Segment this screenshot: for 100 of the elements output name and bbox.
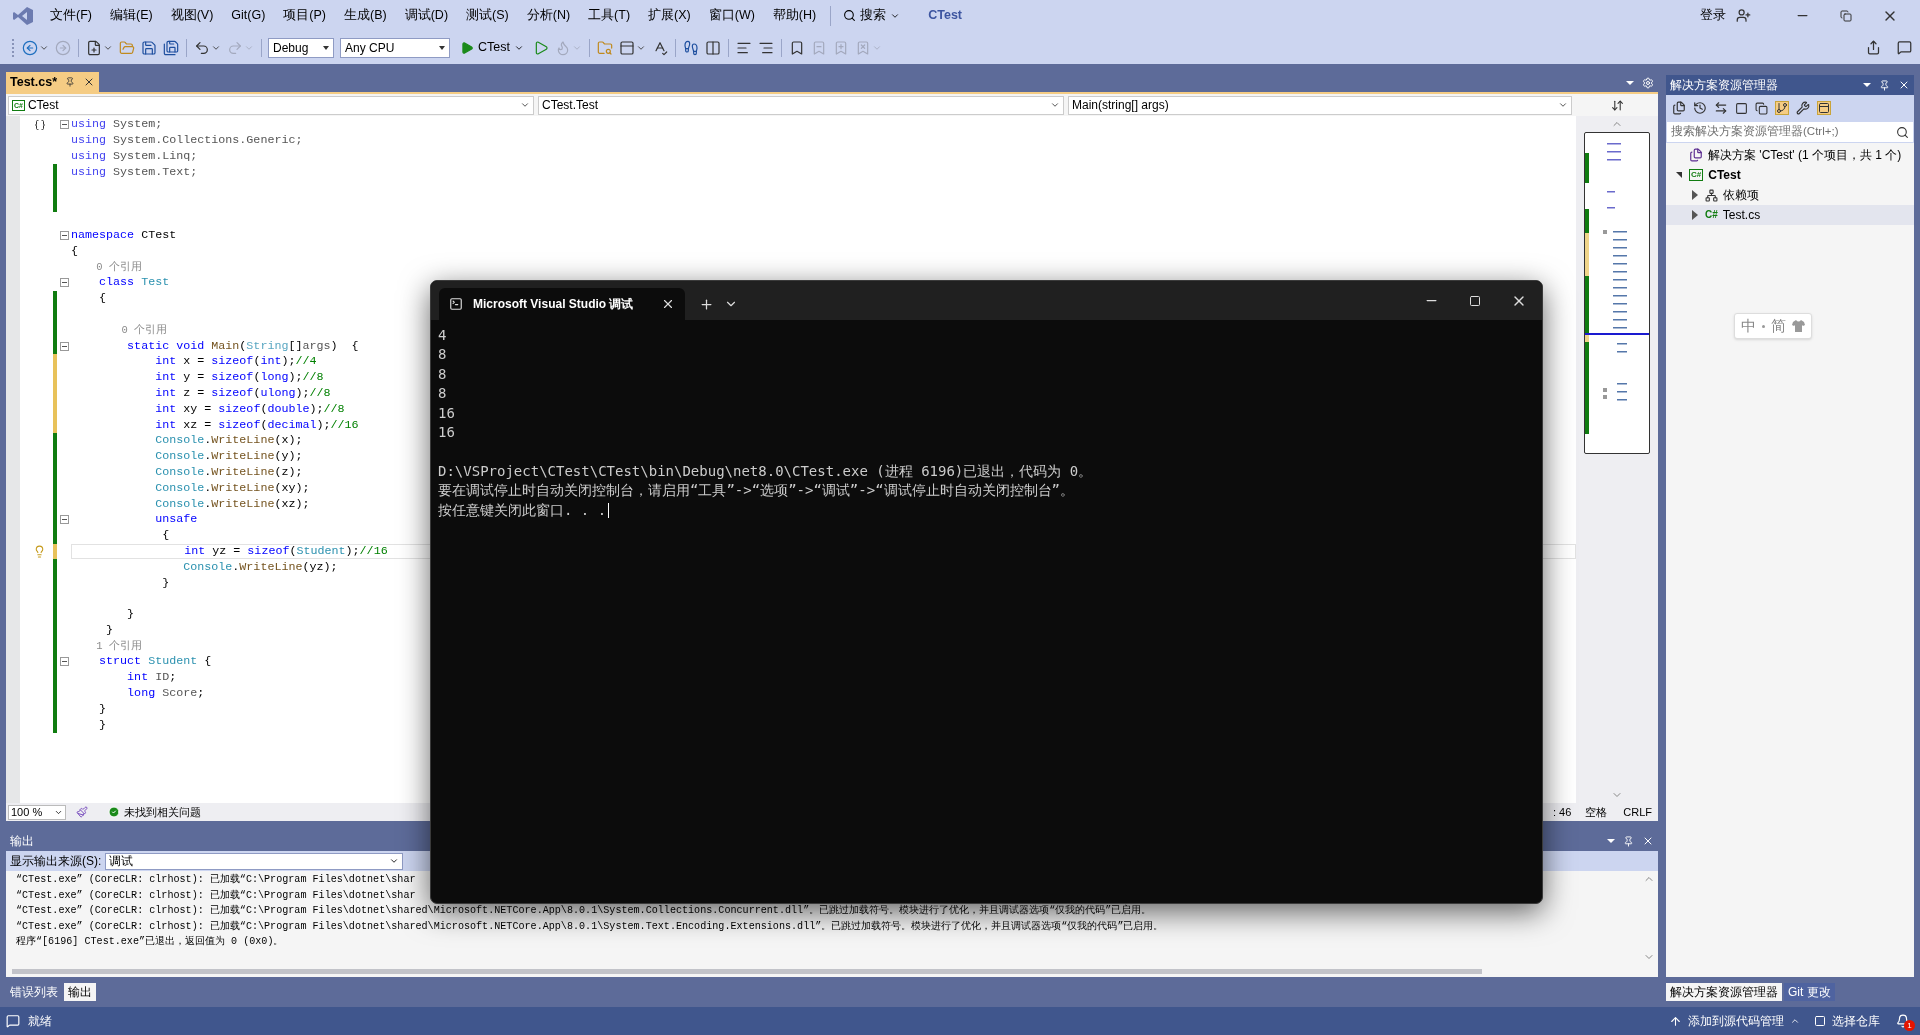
reference-count[interactable]: 0 个引用 — [71, 323, 167, 338]
history-icon[interactable] — [1693, 101, 1707, 115]
dependencies-icon — [1705, 188, 1718, 202]
share-icon[interactable] — [1866, 40, 1881, 55]
code-line: Console.WriteLine(y); — [154, 449, 303, 465]
shirt-icon — [1792, 320, 1805, 332]
dropdown-arrow-icon[interactable] — [1626, 81, 1634, 85]
search-menu[interactable]: 搜索 — [837, 6, 907, 25]
menu-item[interactable]: 编辑(E) — [101, 6, 161, 25]
pin-icon[interactable] — [1879, 79, 1890, 91]
start-button[interactable]: CTest — [454, 38, 530, 57]
pin-icon[interactable] — [1623, 835, 1634, 847]
collapse-toggle[interactable] — [59, 657, 69, 667]
terminal-line: 按任意键关闭此窗口. . . — [438, 500, 1535, 521]
menu-item[interactable]: 文件(F) — [42, 6, 100, 25]
undo-icon[interactable] — [194, 39, 210, 56]
notification-icon[interactable] — [6, 1014, 20, 1028]
window-layout-icon[interactable] — [618, 39, 635, 56]
up-arrow-icon — [1669, 1014, 1682, 1028]
tree-item[interactable]: C# CTest — [1666, 165, 1914, 185]
source-control-button[interactable]: 添加到源代码管理 — [1669, 1012, 1800, 1030]
step-icon[interactable] — [682, 39, 699, 56]
search-field[interactable]: 搜索解决方案资源管理器(Ctrl+;) — [1666, 121, 1914, 143]
output-line: “CTest.exe” (CoreCLR: clrhost): 已加载“C:\Program Files\dotnet\shar — [16, 888, 417, 903]
app-logo[interactable] — [12, 5, 34, 26]
editor-tab[interactable]: Test.cs* — [6, 72, 99, 92]
menu-item[interactable]: 工具(T) — [580, 6, 639, 25]
close-icon[interactable] — [1898, 79, 1910, 91]
menu-item[interactable]: 项目(P) — [275, 6, 334, 25]
dropdown-arrow-icon[interactable] — [1607, 839, 1615, 843]
preview-icon[interactable] — [1817, 101, 1831, 115]
collapse-toggle[interactable] — [59, 278, 69, 288]
code-minimap[interactable] — [1584, 132, 1650, 454]
menu-item[interactable]: 帮助(H) — [764, 6, 825, 25]
tree-item[interactable]: C# Test.cs — [1666, 205, 1914, 225]
new-tab-icon[interactable] — [699, 296, 714, 312]
menu-item[interactable]: 生成(B) — [336, 6, 395, 25]
dropdown-arrow-icon[interactable] — [1863, 83, 1871, 87]
menu-item[interactable]: 扩展(X) — [640, 6, 699, 25]
ime-toolbar[interactable]: 中 简 — [1734, 313, 1812, 339]
add-user-icon[interactable] — [1736, 8, 1751, 23]
close-icon[interactable] — [83, 76, 95, 88]
feedback-icon[interactable] — [1897, 40, 1912, 55]
collapsed-arrow-icon[interactable] — [1692, 210, 1698, 220]
panel-tab[interactable]: 错误列表 — [6, 983, 62, 1001]
collapse-all-icon[interactable] — [1735, 101, 1748, 115]
brush-icon[interactable] — [76, 806, 88, 818]
settings-icon[interactable] — [1796, 101, 1810, 115]
split-icon[interactable] — [1610, 98, 1624, 112]
code-line: Console.WriteLine(yz); — [182, 559, 338, 575]
close-tab-icon[interactable] — [661, 297, 675, 311]
member-dropdown[interactable]: Main(string[] args) — [1068, 95, 1572, 115]
indent-status[interactable]: 空格 — [1585, 803, 1608, 821]
sign-in-link[interactable]: 登录 — [1700, 6, 1726, 25]
panel-tab[interactable]: 输出 — [64, 983, 96, 1001]
collapse-toggle[interactable] — [59, 120, 69, 130]
reference-count[interactable]: 0 个引用 — [71, 260, 142, 275]
menu-item[interactable]: Git(G) — [223, 6, 274, 25]
menu-item[interactable]: 窗口(W) — [700, 6, 763, 25]
type-dropdown[interactable]: CTest.Test — [538, 95, 1064, 115]
code-line: int xz = sizeof(decimal);//16 — [154, 417, 359, 433]
branch-icon[interactable] — [1775, 101, 1789, 115]
line-number[interactable]: : 46 — [1552, 803, 1572, 821]
menu-item[interactable]: 视图(V) — [162, 6, 222, 25]
columns-icon[interactable] — [704, 39, 721, 56]
search-icon[interactable] — [1896, 125, 1909, 139]
maximize-icon[interactable] — [1469, 294, 1481, 307]
repository-button[interactable]: 选择仓库 — [1814, 1012, 1880, 1030]
code-line: } — [161, 575, 170, 591]
close-icon[interactable] — [1642, 835, 1654, 847]
pin-icon[interactable] — [65, 77, 75, 87]
configuration-dropdown[interactable]: Debug — [268, 37, 334, 58]
restore-icon[interactable] — [1840, 9, 1852, 22]
new-file-icon[interactable] — [86, 39, 102, 56]
copy-icon[interactable] — [1755, 101, 1768, 115]
code-line: using System.Text; — [71, 164, 198, 180]
collapse-toggle[interactable] — [59, 341, 69, 351]
reference-count[interactable]: 1 个引用 — [71, 639, 142, 654]
expanded-arrow-icon[interactable] — [1676, 172, 1682, 178]
bell-icon[interactable] — [1896, 1014, 1910, 1028]
zoom-dropdown[interactable]: 100 % — [8, 804, 66, 820]
menu-item[interactable]: 分析(N) — [518, 6, 579, 25]
line-ending-status[interactable]: CRLF — [1623, 803, 1652, 821]
panel-tab[interactable]: Git 更改 — [1784, 983, 1835, 1001]
terminal-tab[interactable]: Microsoft Visual Studio 调试 — [439, 288, 685, 320]
save-all-icon[interactable] — [163, 39, 179, 56]
issues-status[interactable]: 未找到相关问题 — [124, 803, 201, 821]
collapse-toggle[interactable] — [59, 515, 69, 525]
solutions-icon[interactable] — [1672, 101, 1686, 115]
output-source-dropdown[interactable]: 调试 — [105, 852, 404, 870]
horizontal-scrollbar[interactable] — [12, 968, 1482, 974]
panel-tab[interactable]: 解决方案资源管理器 — [1666, 983, 1782, 1001]
code-line: { — [71, 243, 78, 259]
menu-item[interactable]: 调试(D) — [396, 6, 457, 25]
menu-item[interactable]: 测试(S) — [458, 6, 517, 25]
sync-icon[interactable] — [1714, 101, 1728, 115]
collapse-toggle[interactable] — [59, 230, 69, 240]
platform-dropdown[interactable]: Any CPU — [340, 37, 450, 58]
save-icon[interactable] — [141, 39, 157, 56]
tree-item[interactable]: 解决方案 'CTest' (1 个项目，共 1 个) — [1666, 145, 1914, 165]
